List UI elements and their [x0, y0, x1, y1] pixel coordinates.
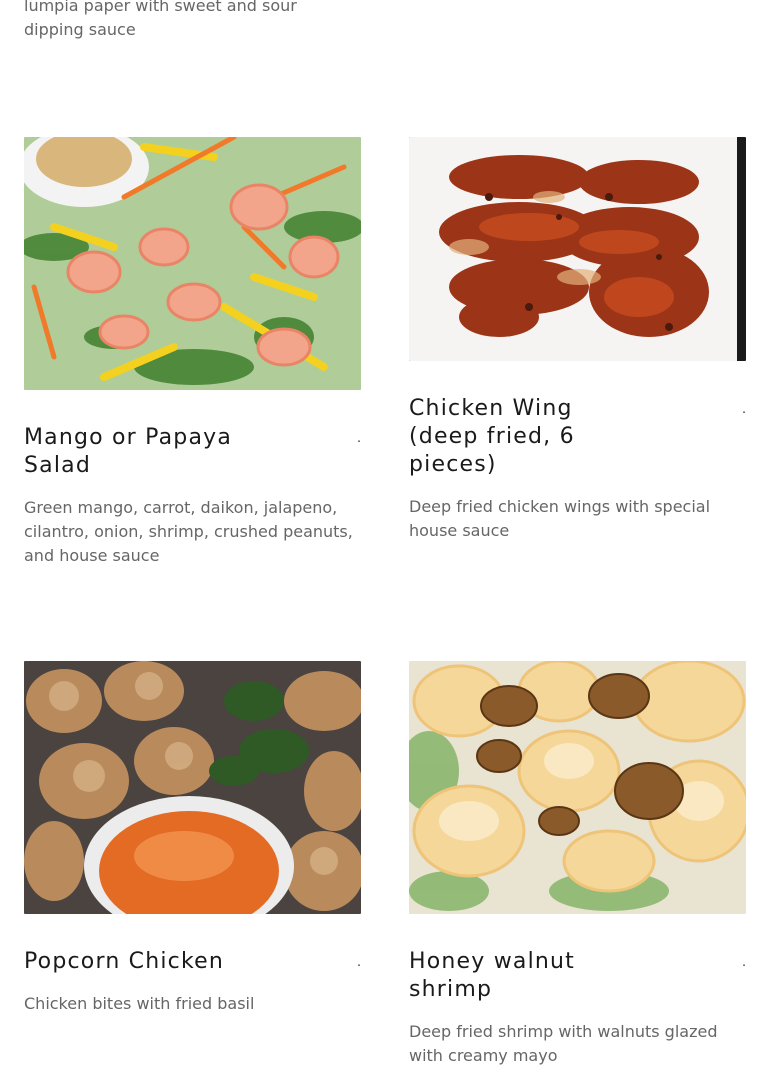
item-title: Mango or Papaya Salad [24, 425, 233, 478]
item-price: . [742, 955, 746, 969]
menu-item-chicken-wing[interactable]: Chicken Wing (deep fried, 6 pieces) . De… [409, 137, 746, 543]
item-description: Green mango, carrot, daikon, jalapeno, c… [24, 498, 353, 565]
chicken-wing-photo [409, 137, 746, 361]
menu-item-mango-salad[interactable]: Mango or Papaya Salad . Green mango, car… [24, 137, 361, 568]
item-title: Chicken Wing (deep fried, 6 pieces) [409, 396, 575, 477]
menu-page: lumpia paper with sweet and sour dipping… [0, 0, 770, 1086]
item-description: Deep fried shrimp with walnuts glazed wi… [409, 1022, 718, 1065]
popcorn-chicken-photo [24, 661, 361, 914]
mango-salad-photo [24, 137, 361, 390]
item-price: . [357, 431, 361, 445]
item-price: . [742, 402, 746, 416]
item-description: Deep fried chicken wings with special ho… [409, 497, 711, 540]
item-title: Honey walnut shrimp [409, 949, 575, 1002]
previous-item-description: lumpia paper with sweet and sour dipping… [24, 0, 297, 39]
item-description: Chicken bites with fried basil [24, 994, 255, 1013]
menu-item-popcorn-chicken[interactable]: Popcorn Chicken . Chicken bites with fri… [24, 661, 361, 1016]
item-title: Popcorn Chicken [24, 949, 225, 974]
menu-item-honey-walnut-shrimp[interactable]: Honey walnut shrimp . Deep fried shrimp … [409, 661, 746, 1068]
item-price: . [357, 955, 361, 969]
honey-walnut-shrimp-photo [409, 661, 746, 914]
